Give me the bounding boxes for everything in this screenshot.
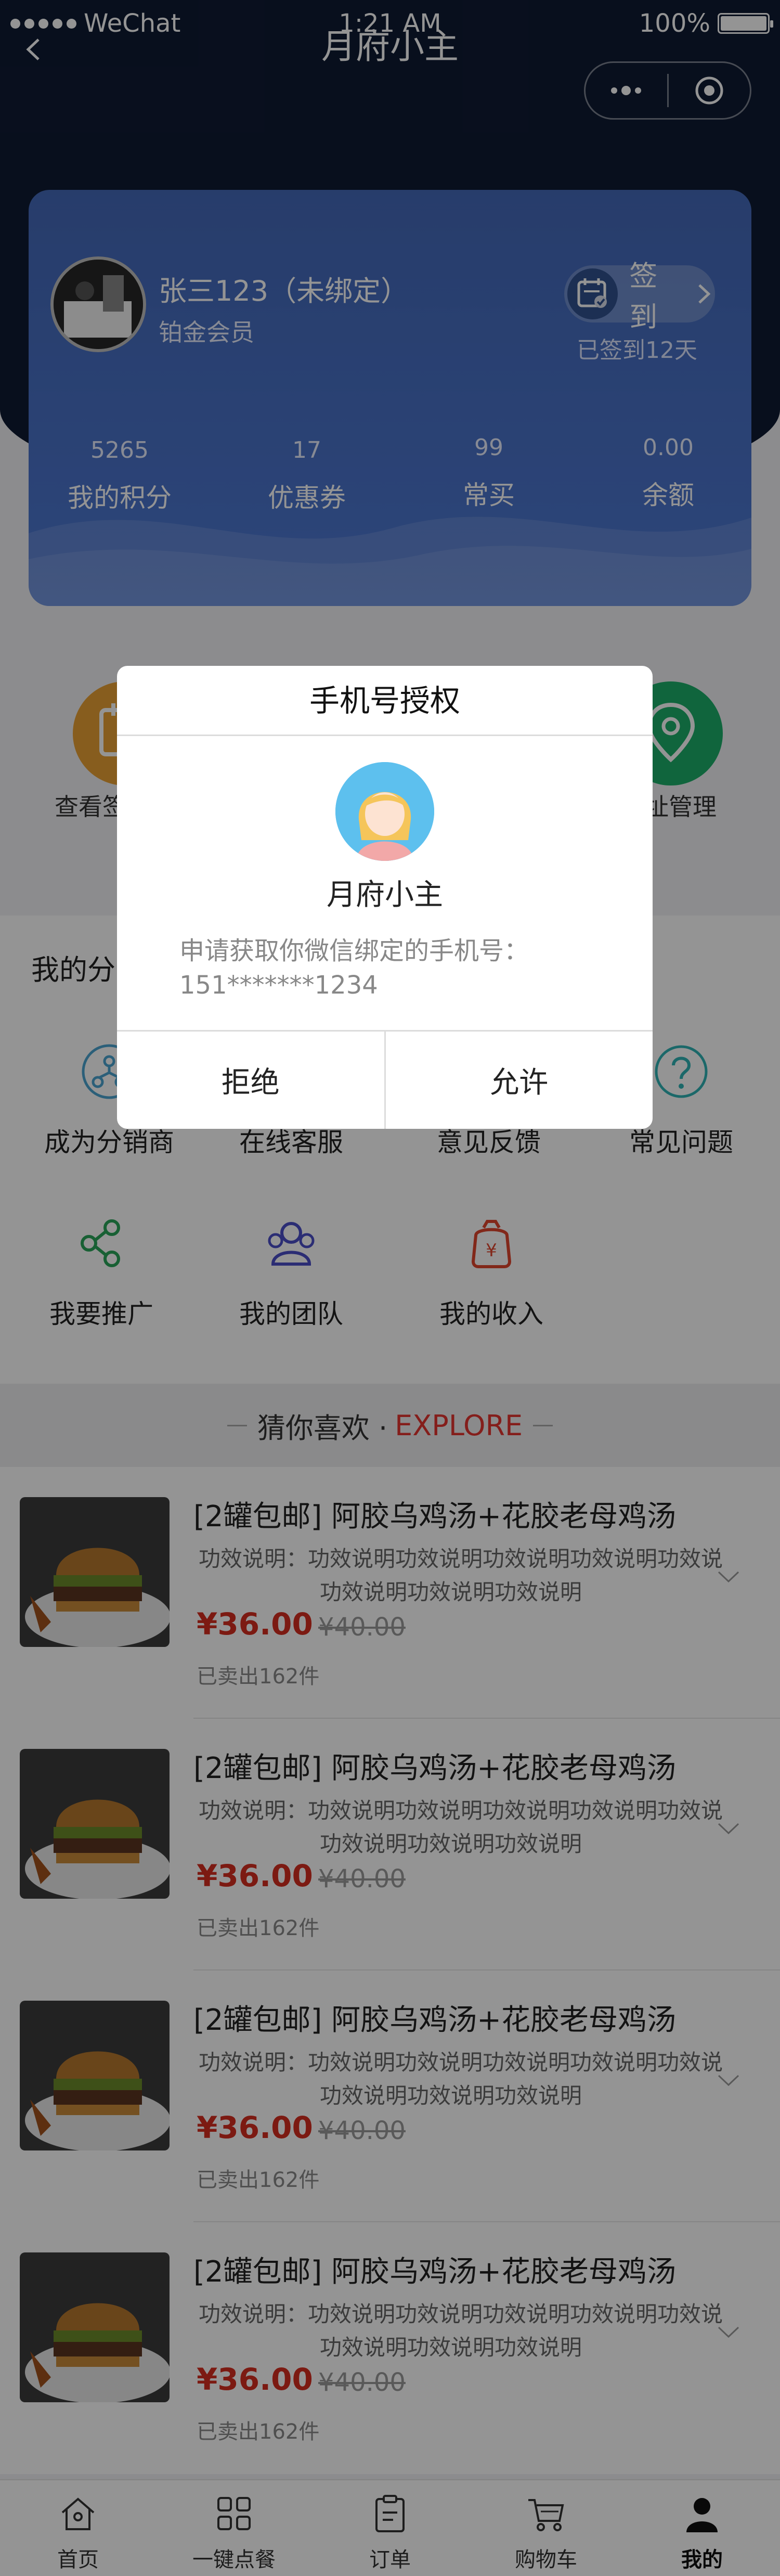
dialog-description: 申请获取你微信绑定的手机号： 151*******1234	[179, 934, 606, 1002]
profile-page: WeChat 1:21 AM 100% 月府小主 张三123（未绑定） 铂金会员…	[0, 0, 780, 2576]
app-avatar	[335, 762, 434, 861]
dialog-actions: 拒绝 允许	[117, 1030, 653, 1129]
modal-overlay[interactable]	[0, 0, 780, 2576]
allow-button[interactable]: 允许	[384, 1032, 653, 1129]
reject-button[interactable]: 拒绝	[117, 1032, 384, 1129]
app-name: 月府小主	[327, 878, 443, 912]
girl-avatar-icon	[335, 762, 434, 861]
masked-phone: 151*******1234	[179, 971, 378, 1000]
phone-auth-dialog: 手机号授权 月府小主 申请获取你微信绑定的手机号： 151*******1234…	[117, 666, 653, 1129]
dialog-title: 手机号授权	[117, 666, 653, 736]
